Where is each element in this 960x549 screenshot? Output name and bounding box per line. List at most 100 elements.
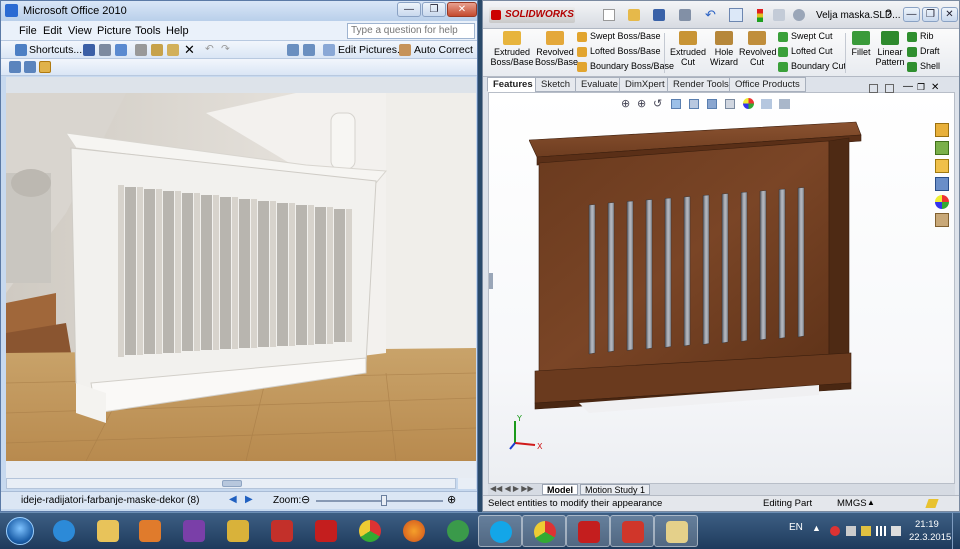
new-document-icon[interactable]	[603, 9, 615, 21]
action-center-icon[interactable]	[861, 526, 871, 536]
units-dropdown-icon[interactable]: ▲	[867, 498, 875, 507]
email-icon[interactable]	[115, 44, 127, 56]
minimize-button[interactable]: —	[397, 2, 421, 17]
tab-evaluate[interactable]: Evaluate	[575, 77, 624, 92]
close-button[interactable]: ✕	[447, 2, 477, 17]
sw-minimize-button[interactable]: —	[903, 7, 920, 22]
horizontal-scrollbar[interactable]	[6, 478, 456, 489]
design-library-icon[interactable]	[935, 141, 949, 155]
boundary-cut-button[interactable]: Boundary Cut	[778, 61, 846, 72]
boundary-boss-button[interactable]: Boundary Boss/Base	[577, 61, 674, 72]
menu-view[interactable]: View	[68, 25, 92, 37]
left-title-bar[interactable]: Microsoft Office 2010 — ❐ ✕	[1, 1, 477, 21]
taskbar-acrobat[interactable]	[260, 515, 304, 547]
save-icon[interactable]	[653, 9, 665, 21]
rotate-left-icon[interactable]	[287, 44, 299, 56]
radiator-cover-model[interactable]	[529, 113, 929, 443]
appearances-icon[interactable]	[935, 195, 949, 209]
edit-pictures-button[interactable]: Edit Pictures...	[338, 44, 406, 56]
graphics-area[interactable]: ⊕ ⊕ ↺ — ❐ ✕ Y X	[488, 81, 955, 484]
taskbar-chrome-active[interactable]	[522, 515, 566, 547]
clock-time[interactable]: 21:19	[915, 519, 939, 530]
help-icon[interactable]: ?	[885, 7, 892, 21]
tab-model[interactable]: Model	[542, 484, 578, 495]
rotate-right-icon[interactable]	[303, 44, 315, 56]
taskbar-paint[interactable]	[654, 515, 698, 547]
lofted-boss-button[interactable]: Lofted Boss/Base	[577, 46, 661, 57]
file-properties-icon[interactable]	[773, 9, 785, 21]
tab-sketch[interactable]: Sketch	[535, 77, 577, 92]
view-settings-icon[interactable]	[779, 99, 790, 109]
custom-properties-icon[interactable]	[935, 213, 949, 227]
network-icon[interactable]	[876, 526, 886, 536]
tab-render-tools[interactable]: Render Tools	[667, 77, 735, 92]
status-units[interactable]: MMGS	[837, 498, 867, 509]
tab-features[interactable]: Features	[487, 77, 539, 92]
zoom-slider[interactable]	[316, 500, 443, 502]
tab-office-products[interactable]: Office Products	[729, 77, 806, 92]
taskbar-design-app[interactable]	[216, 515, 260, 547]
shell-button[interactable]: Shell	[907, 61, 940, 72]
sw-title-bar[interactable]: SOLIDWORKS ↶ Velja maska.SLD... ? — ❐ ✕	[483, 1, 959, 29]
save-icon[interactable]	[83, 44, 95, 56]
open-icon[interactable]	[628, 9, 640, 21]
undo-icon[interactable]: ↶	[205, 43, 214, 55]
language-indicator[interactable]: EN	[789, 522, 803, 533]
volume-icon[interactable]	[891, 526, 901, 536]
auto-correct-button[interactable]: Auto Correct	[414, 44, 473, 56]
tab-motion-study[interactable]: Motion Study 1	[580, 484, 651, 495]
maximize-button[interactable]: ❐	[422, 2, 446, 17]
show-hidden-icons[interactable]: ▲	[812, 523, 821, 533]
print-icon[interactable]	[679, 9, 691, 21]
taskbar-internet-explorer[interactable]	[42, 515, 86, 547]
extruded-cut-button[interactable]: Extruded Cut	[667, 31, 709, 67]
zoom-slider-thumb[interactable]	[381, 495, 387, 506]
swept-boss-button[interactable]: Swept Boss/Base	[577, 31, 661, 42]
menu-help[interactable]: Help	[166, 25, 189, 37]
copy-icon[interactable]	[151, 44, 163, 56]
view-palette-icon[interactable]	[935, 177, 949, 191]
zoom-in-icon[interactable]: ⊕	[447, 493, 456, 506]
rib-button[interactable]: Rib	[907, 31, 934, 42]
next-picture-icon[interactable]: ▶	[245, 494, 253, 505]
linear-pattern-button[interactable]: Linear Pattern	[875, 31, 905, 67]
taskbar-chrome[interactable]	[348, 515, 392, 547]
paste-icon[interactable]	[167, 44, 179, 56]
shortcuts-button[interactable]: Shortcuts...	[29, 44, 82, 56]
tab-scroll-arrows-icon[interactable]: ◀◀ ◀ ▶ ▶▶	[490, 484, 534, 493]
thumbnail-view-icon[interactable]	[9, 61, 21, 73]
fillet-button[interactable]: Fillet	[847, 31, 875, 57]
draft-button[interactable]: Draft	[907, 46, 940, 57]
hole-wizard-button[interactable]: Hole Wizard	[709, 31, 739, 67]
zoom-to-fit-icon[interactable]: ⊕	[621, 97, 630, 110]
taskbar-windows-explorer[interactable]	[86, 515, 130, 547]
file-explorer-icon[interactable]	[935, 159, 949, 173]
tile-view-icon[interactable]	[869, 84, 878, 93]
sw-close-button[interactable]: ✕	[941, 7, 958, 22]
delete-icon[interactable]: ✕	[184, 42, 195, 58]
options-icon[interactable]	[793, 9, 805, 21]
revolved-cut-button[interactable]: Revolved Cut	[739, 31, 777, 67]
tray-app-icon[interactable]	[830, 526, 840, 536]
filmstrip-view-icon[interactable]	[24, 61, 36, 73]
view-orientation-icon[interactable]	[689, 99, 699, 109]
start-button[interactable]	[6, 517, 34, 545]
help-search-input[interactable]: Type a question for help	[347, 23, 475, 39]
solidworks-logo[interactable]: SOLIDWORKS	[489, 7, 575, 23]
extruded-boss-button[interactable]: Extruded Boss/Base	[489, 31, 535, 67]
taskbar-firefox[interactable]	[392, 515, 436, 547]
taskbar-skype[interactable]	[478, 515, 522, 547]
taskbar-media-player[interactable]	[128, 515, 172, 547]
previous-view-icon[interactable]: ↺	[653, 97, 662, 110]
select-arrow-icon[interactable]	[729, 8, 743, 22]
taskbar-solidworks-active[interactable]	[566, 515, 610, 547]
section-view-icon[interactable]	[671, 99, 681, 109]
viewport-close-icon[interactable]: ✕	[931, 82, 939, 93]
tray-device-icon[interactable]	[846, 526, 856, 536]
zoom-out-icon[interactable]: ⊖	[301, 493, 310, 506]
clock-date[interactable]: 22.3.2015	[909, 532, 951, 543]
cut-icon[interactable]	[135, 44, 147, 56]
taskbar-presentation[interactable]	[610, 515, 654, 547]
previous-picture-icon[interactable]: ◀	[229, 494, 237, 505]
sw-resources-icon[interactable]	[935, 123, 949, 137]
